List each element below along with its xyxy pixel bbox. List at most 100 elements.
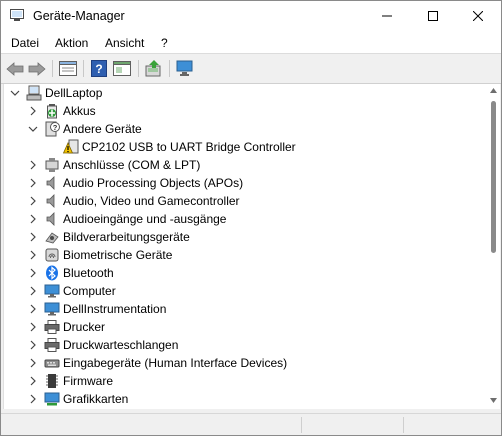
scroll-down-arrow-icon[interactable] [490, 398, 497, 403]
tree-item-audioeingaenge[interactable]: Audioeingänge und -ausgänge [4, 210, 489, 228]
svg-text:?: ? [95, 62, 102, 76]
printer-icon [44, 320, 60, 334]
forward-button[interactable] [27, 59, 47, 78]
properties-icon [59, 61, 77, 76]
chevron-right-icon[interactable] [28, 196, 38, 206]
tree-root[interactable]: DellLaptop [4, 84, 489, 102]
battery-icon [47, 104, 57, 119]
status-bar-divider [403, 417, 404, 433]
tree-item-cp2102[interactable]: CP2102 USB to UART Bridge Controller [4, 138, 489, 156]
fingerprint-icon [45, 248, 59, 262]
help-icon: ? [91, 60, 107, 77]
chevron-right-icon[interactable] [28, 232, 38, 242]
window-title: Geräte-Manager [33, 9, 125, 23]
scan-hardware-icon [176, 60, 193, 76]
tree-item-computer[interactable]: Computer [4, 282, 489, 300]
show-hidden-icon [113, 61, 131, 76]
menu-datei[interactable]: Datei [11, 36, 39, 50]
properties-button[interactable] [58, 59, 78, 78]
tree-item-biometrisch[interactable]: Biometrische Geräte [4, 246, 489, 264]
tree-item-label: Grafikkarten [63, 392, 129, 406]
warning-device-icon [63, 139, 79, 154]
chevron-right-icon[interactable] [28, 268, 38, 278]
menu-bar: Datei Aktion Ansicht ? [1, 31, 501, 53]
tree-item-bildverarbeitung[interactable]: Bildverarbeitungsgeräte [4, 228, 489, 246]
tree-item-firmware[interactable]: Firmware [4, 372, 489, 390]
tree-item-eingabegeraete[interactable]: Eingabegeräte (Human Interface Devices) [4, 354, 489, 372]
display-adapter-icon [44, 392, 60, 406]
speaker-icon [46, 176, 55, 190]
scrollbar-thumb[interactable] [491, 101, 496, 253]
scan-hardware-button[interactable] [175, 59, 195, 78]
chevron-right-icon[interactable] [28, 178, 38, 188]
tree-item-druckwarteschlangen[interactable]: Druckwarteschlangen [4, 336, 489, 354]
tree-item-apos[interactable]: Audio Processing Objects (APOs) [4, 174, 489, 192]
chevron-right-icon[interactable] [28, 358, 38, 368]
tree-item-label: Akkus [63, 104, 96, 118]
device-tree[interactable]: DellLaptop Akkus ? Andere Geräte CP2102 … [3, 84, 489, 409]
maximize-icon [428, 11, 438, 21]
chevron-right-icon[interactable] [28, 304, 38, 314]
bluetooth-icon [46, 265, 58, 281]
tree-item-label: Druckwarteschlangen [63, 338, 179, 352]
chevron-right-icon[interactable] [28, 376, 38, 386]
menu-ansicht[interactable]: Ansicht [105, 36, 144, 50]
update-driver-icon [145, 60, 161, 77]
toolbar-separator [83, 60, 84, 77]
tree-item-label: Audio, Video und Gamecontroller [63, 194, 240, 208]
back-button[interactable] [5, 59, 25, 78]
minimize-icon [382, 15, 392, 17]
tree-root-label: DellLaptop [45, 86, 103, 100]
tree-item-grafikkarten[interactable]: Grafikkarten [4, 390, 489, 408]
printer-icon [44, 338, 60, 352]
chevron-right-icon[interactable] [28, 160, 38, 170]
scroll-up-arrow-icon[interactable] [490, 88, 497, 93]
tree-item-dellinstrumentation[interactable]: DellInstrumentation [4, 300, 489, 318]
tree-item-drucker[interactable]: Drucker [4, 318, 489, 336]
show-hidden-button[interactable] [112, 59, 132, 78]
maximize-button[interactable] [410, 1, 456, 31]
tree-item-label: Computer [63, 284, 116, 298]
vertical-scrollbar[interactable] [488, 84, 500, 409]
tree-item-label: Eingabegeräte (Human Interface Devices) [63, 356, 288, 370]
tree-item-anschluesse[interactable]: Anschlüsse (COM & LPT) [4, 156, 489, 174]
tree-item-label: Biometrische Geräte [63, 248, 173, 262]
minimize-button[interactable] [364, 1, 410, 31]
tree-item-label: Bildverarbeitungsgeräte [63, 230, 190, 244]
chip-icon [46, 374, 58, 388]
menu-aktion[interactable]: Aktion [55, 36, 88, 50]
update-driver-button[interactable] [144, 59, 164, 78]
speaker-icon [46, 194, 55, 208]
monitor-icon [44, 302, 60, 316]
back-arrow-icon [6, 61, 24, 76]
tree-item-label: Bluetooth [63, 266, 114, 280]
chevron-right-icon[interactable] [28, 250, 38, 260]
chevron-right-icon[interactable] [28, 214, 38, 224]
status-bar-divider [301, 417, 302, 433]
title-bar[interactable]: Geräte-Manager [1, 1, 501, 31]
tree-item-bluetooth[interactable]: Bluetooth [4, 264, 489, 282]
svg-text:?: ? [53, 123, 58, 132]
chevron-right-icon[interactable] [28, 340, 38, 350]
menu-help[interactable]: ? [161, 36, 168, 50]
computer-root-icon [26, 85, 42, 101]
toolbar-separator [138, 60, 139, 77]
chevron-down-icon[interactable] [10, 88, 20, 98]
camera-icon [45, 232, 59, 244]
tree-item-label: DellInstrumentation [63, 302, 167, 316]
tree-item-akkus[interactable]: Akkus [4, 102, 489, 120]
help-button[interactable]: ? [89, 59, 109, 78]
port-icon [45, 158, 59, 172]
chevron-right-icon[interactable] [28, 394, 38, 404]
chevron-right-icon[interactable] [28, 322, 38, 332]
unknown-device-icon: ? [45, 121, 60, 137]
tree-item-label: Audioeingänge und -ausgänge [63, 212, 227, 226]
tree-item-label: Anschlüsse (COM & LPT) [63, 158, 201, 172]
tree-item-andere-geraete[interactable]: ? Andere Geräte [4, 120, 489, 138]
chevron-right-icon[interactable] [28, 286, 38, 296]
close-button[interactable] [455, 1, 501, 31]
tree-item-label: Firmware [63, 374, 113, 388]
tree-item-audio-video[interactable]: Audio, Video und Gamecontroller [4, 192, 489, 210]
chevron-right-icon[interactable] [28, 106, 38, 116]
chevron-down-icon[interactable] [28, 124, 38, 134]
